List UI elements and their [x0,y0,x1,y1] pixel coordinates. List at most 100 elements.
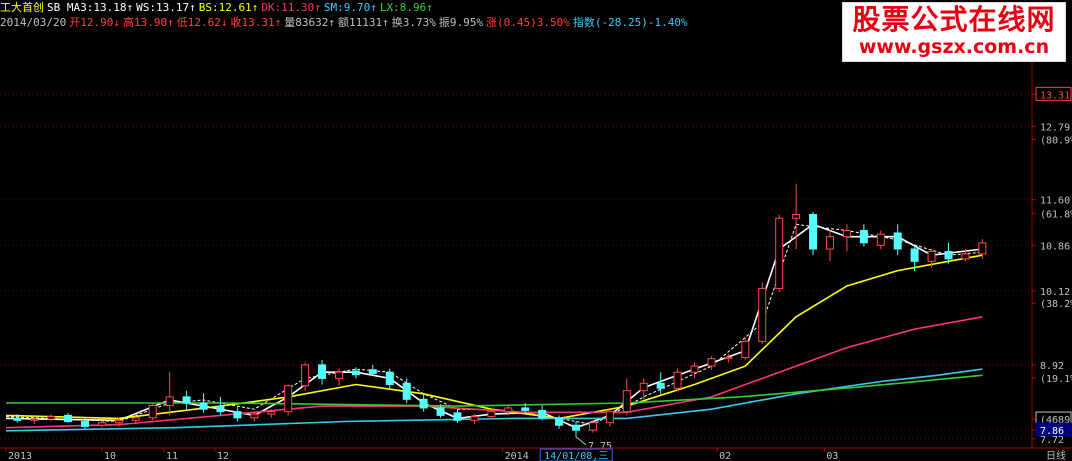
axis-label: 7.72 [1040,435,1064,446]
candle-body [334,371,343,379]
candle-body [588,422,597,431]
candle-body [165,396,174,406]
candle-body [724,356,733,360]
site-logo: 股票公式在线网 www.gszx.com.cn [842,2,1066,62]
candle-body [351,370,360,376]
candle-body [402,382,411,400]
candle-body [64,414,73,423]
candle-body [419,398,428,409]
logo-url: www.gszx.com.cn [858,36,1050,58]
candle-body [809,213,818,250]
axis-label: 10.86 [1040,241,1070,252]
indicator-value-0: 工大首创 [0,1,44,14]
candle-body [199,402,208,410]
indicator-header: 工大首创 SB MA3:13.18↑ WS:13.17↑ BS:12.61↑ DK:11… [0,1,436,15]
date-label: 11 [166,451,178,461]
quote-field-5: 量83632↑ [284,16,335,29]
series-bs [5,254,983,420]
candle-body [318,364,327,379]
candle-body [673,371,682,389]
date-label: 12 [217,451,229,461]
date-label: 02 [719,451,731,461]
candle-body [622,390,631,413]
candle-body [504,407,513,413]
price-gridlines [0,93,1032,440]
candle-body [368,369,377,374]
date-label: 03 [826,451,838,461]
candle-body [385,371,394,386]
indicator-value-1: SB MA3:13.18↑ [47,1,134,14]
quote-field-1: 开12.90↓ [69,16,120,29]
candle-body [233,411,242,419]
quote-field-0: 2014/03/20 [0,16,67,29]
candle-body [453,412,462,421]
candle-body [487,411,496,418]
candle-body [572,424,581,431]
quote-field-6: 额11131↑ [337,16,389,29]
quote-field-3: 低12.62↓ [176,16,228,29]
candle-body [944,250,953,260]
axis-label: (80.9%) [1040,135,1072,146]
candle-body [13,417,22,421]
date-label: 2014 [505,451,529,461]
indicator-value-6: LX:8.96↑ [379,1,433,14]
candle-body [148,404,157,419]
candle-body [656,382,665,389]
candle-body [690,365,699,373]
series-sb-ma3 [5,223,983,429]
logo-title: 股票公式在线网 [852,3,1056,36]
quote-field-4: 收13.31↑ [230,16,282,29]
quote-field-2: 高13.90↑ [122,16,174,29]
candle-body [538,409,547,419]
axis-label: (19.1%) [1040,374,1072,385]
candle-body [859,230,868,244]
date-axis: 2013 10 11 12 2014 14/01/08,三 02 03 日线 [5,448,1066,461]
quote-field-9: 涨(0.45)3.50% [485,16,570,29]
candle-body [741,340,750,358]
quote-header: 2014/03/20 开12.90↓ 高13.90↑ 低12.62↓ 收13.31↑ 量8… [0,16,691,30]
axis-label: 10.12 [1040,287,1070,298]
candle-body [842,230,851,238]
indicator-value-2: WS:13.17↑ [136,1,196,14]
candle-body [978,242,987,255]
candle-body [639,382,648,392]
candle-body [30,418,39,421]
candle-body [216,406,225,413]
candle-body [470,416,479,421]
kline-chart[interactable]: 7.75 13.31 12.79 (80.9%) 11.60 (61.8%) 10.86 1… [0,0,1072,461]
axis-label: 12.79 [1040,122,1070,133]
candle-body [707,358,716,367]
candle-body [876,233,885,246]
candle-body [47,416,56,420]
candle-body [825,236,834,250]
candle-body [961,253,970,260]
axis-label: 8.92 [1040,361,1064,372]
price-axis: 13.3112.79(80.9%)11.60(61.8%)10.8610.12(… [0,30,1072,449]
candle-body [775,217,784,289]
axis-label: 13.31 [1040,90,1070,101]
candle-body [97,422,106,426]
candle-body [284,385,293,413]
axis-label: (38.2%) [1040,299,1072,310]
quote-field-10: 指数(-28.25)-1.40% [572,16,688,29]
candle-body [182,396,191,404]
candle-body [910,248,919,262]
indicator-value-3: BS:12.61↑ [198,1,259,14]
candle-body [81,421,90,427]
axis-label: (61.8%) [1040,209,1072,220]
candles: 7.75 [13,183,987,452]
axis-label: 11.60 [1040,196,1070,207]
candle-body [114,419,123,424]
date-label: 14/01/08,三 [544,451,608,461]
period-label: 日线 [1046,449,1066,461]
candle-body [792,213,801,219]
candle-body [605,411,614,424]
candle-body [250,413,259,419]
series-lx [6,374,983,407]
candle-body [927,250,936,262]
indicator-value-5: SM:9.70↑ [323,1,377,14]
quote-field-7: 换3.73% [391,16,436,29]
series-ws [5,223,983,426]
candle-body [267,411,276,415]
candle-body [758,287,767,342]
